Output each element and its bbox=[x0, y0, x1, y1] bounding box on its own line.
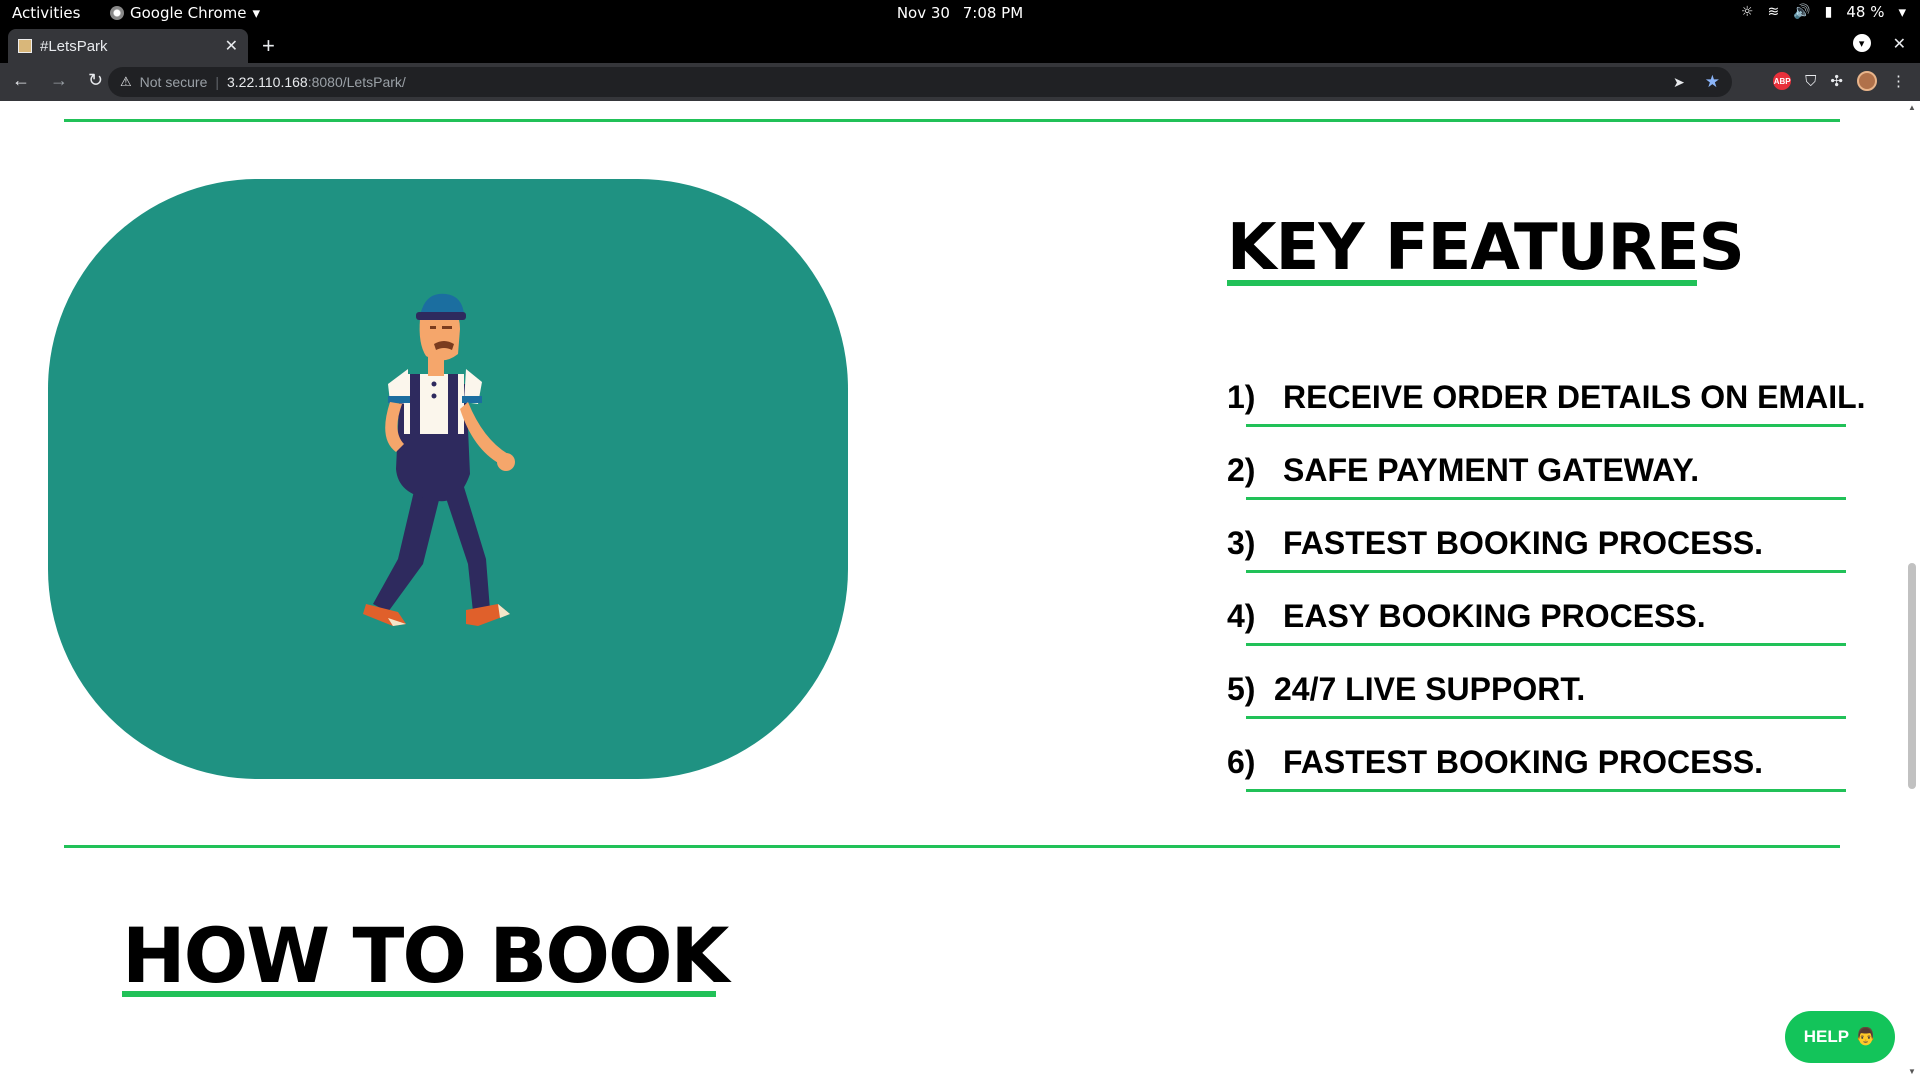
divider-middle bbox=[64, 845, 1840, 848]
feature-text: RECEIVE ORDER DETAILS ON EMAIL. bbox=[1283, 379, 1866, 415]
help-label: HELP bbox=[1803, 1027, 1850, 1046]
send-icon[interactable]: ➤ bbox=[1673, 74, 1685, 91]
browser-tab[interactable]: #LetsPark ✕ bbox=[8, 29, 248, 63]
scroll-down-icon[interactable]: ▼ bbox=[1908, 1067, 1916, 1076]
clock-date: Nov 30 bbox=[896, 4, 950, 22]
feature-item-1: 1) RECEIVE ORDER DETAILS ON EMAIL. bbox=[1227, 379, 1866, 416]
url-host: 3.22.110.168 bbox=[227, 74, 308, 90]
divider-top bbox=[64, 119, 1840, 122]
feature-number: 2) bbox=[1227, 452, 1256, 488]
shield-icon[interactable]: ⛉ bbox=[1805, 73, 1816, 90]
feature-item-4: 4) EASY BOOKING PROCESS. bbox=[1227, 598, 1706, 635]
tab-strip: #LetsPark ✕ + ▾ ✕ bbox=[0, 27, 1920, 63]
tab-search-icon[interactable]: ▾ bbox=[1852, 34, 1871, 52]
feature-divider bbox=[1246, 789, 1846, 792]
help-button[interactable]: HELP 👨 bbox=[1785, 1011, 1895, 1063]
feature-divider bbox=[1246, 570, 1846, 573]
hero-illustration-panel bbox=[48, 179, 848, 779]
system-top-bar: Activities Google Chrome ▾ Nov 30 7:08 P… bbox=[0, 0, 1920, 27]
battery-icon: ▮ bbox=[1824, 4, 1833, 20]
feature-item-2: 2) SAFE PAYMENT GATEWAY. bbox=[1227, 452, 1699, 489]
support-agent-icon: 👨 bbox=[1855, 1027, 1877, 1046]
feature-text: FASTEST BOOKING PROCESS. bbox=[1283, 525, 1764, 561]
feature-item-3: 3) FASTEST BOOKING PROCESS. bbox=[1227, 525, 1763, 562]
kebab-menu-icon[interactable]: ⋮ bbox=[1891, 72, 1906, 90]
warning-icon[interactable]: ⚠ bbox=[120, 74, 132, 90]
feature-number: 6) bbox=[1227, 744, 1256, 780]
tab-title: #LetsPark bbox=[40, 37, 108, 55]
key-features-underline bbox=[1227, 280, 1697, 286]
url-path: :8080/LetsPark/ bbox=[307, 74, 406, 90]
feature-divider bbox=[1246, 716, 1846, 719]
close-tab-icon[interactable]: ✕ bbox=[225, 36, 238, 56]
page-content: KEY FEATURES 1) RECEIVE ORDER DETAILS ON … bbox=[0, 101, 1920, 1080]
close-window-icon[interactable]: ✕ bbox=[1893, 34, 1906, 54]
address-bar[interactable]: ⚠ Not secure | 3.22.110.168:8080/LetsPar… bbox=[108, 67, 1732, 97]
feature-text: EASY BOOKING PROCESS. bbox=[1283, 598, 1706, 634]
puzzle-extensions-icon[interactable]: ✣ bbox=[1830, 72, 1843, 90]
new-tab-icon[interactable]: + bbox=[262, 33, 275, 59]
forward-icon[interactable]: → bbox=[50, 70, 68, 91]
browser-toolbar: ← → ↻ ⚠ Not secure | 3.22.110.168:8080/L… bbox=[0, 63, 1920, 101]
scrollbar-thumb[interactable] bbox=[1908, 563, 1916, 789]
how-to-book-heading: HOW TO BOOK bbox=[122, 911, 729, 1000]
back-icon[interactable]: ← bbox=[12, 70, 30, 91]
feature-number: 1) bbox=[1227, 379, 1256, 415]
profile-avatar[interactable] bbox=[1857, 71, 1877, 91]
feature-number: 5) bbox=[1227, 671, 1256, 707]
feature-text: 24/7 LIVE SUPPORT. bbox=[1274, 671, 1586, 707]
feature-text: SAFE PAYMENT GATEWAY. bbox=[1283, 452, 1700, 488]
how-to-book-underline bbox=[122, 991, 716, 997]
omnibox-divider: | bbox=[215, 74, 219, 90]
clock[interactable]: Nov 30 7:08 PM bbox=[0, 4, 1920, 22]
wifi-icon: ≋ bbox=[1767, 4, 1780, 20]
key-features-heading: KEY FEATURES bbox=[1227, 211, 1745, 285]
clock-time: 7:08 PM bbox=[962, 4, 1024, 22]
feature-divider bbox=[1246, 424, 1846, 427]
bookmark-star-icon[interactable]: ★ bbox=[1705, 72, 1720, 92]
feature-text: FASTEST BOOKING PROCESS. bbox=[1283, 744, 1764, 780]
walking-man-illustration bbox=[363, 293, 515, 626]
feature-item-5: 5) 24/7 LIVE SUPPORT. bbox=[1227, 671, 1585, 708]
volume-icon: 🔊 bbox=[1793, 4, 1811, 20]
adblock-icon[interactable]: ABP bbox=[1773, 72, 1792, 90]
feature-divider bbox=[1246, 643, 1846, 646]
feature-number: 3) bbox=[1227, 525, 1256, 561]
scroll-up-icon[interactable]: ▲ bbox=[1908, 103, 1916, 112]
brightness-icon: ☼ bbox=[1740, 4, 1754, 20]
feature-divider bbox=[1246, 497, 1846, 500]
system-tray[interactable]: ☼ ≋ 🔊 ▮ 48 % ▾ bbox=[1741, 3, 1906, 21]
reload-icon[interactable]: ↻ bbox=[88, 70, 103, 91]
feature-number: 4) bbox=[1227, 598, 1256, 634]
feature-item-6: 6) FASTEST BOOKING PROCESS. bbox=[1227, 744, 1763, 781]
battery-percent: 48 % bbox=[1846, 3, 1885, 21]
system-menu-caret-icon: ▾ bbox=[1898, 3, 1906, 21]
page-scrollbar[interactable]: ▲ ▼ bbox=[1904, 101, 1920, 1080]
security-label[interactable]: Not secure bbox=[140, 74, 208, 90]
favicon-icon bbox=[18, 39, 32, 53]
